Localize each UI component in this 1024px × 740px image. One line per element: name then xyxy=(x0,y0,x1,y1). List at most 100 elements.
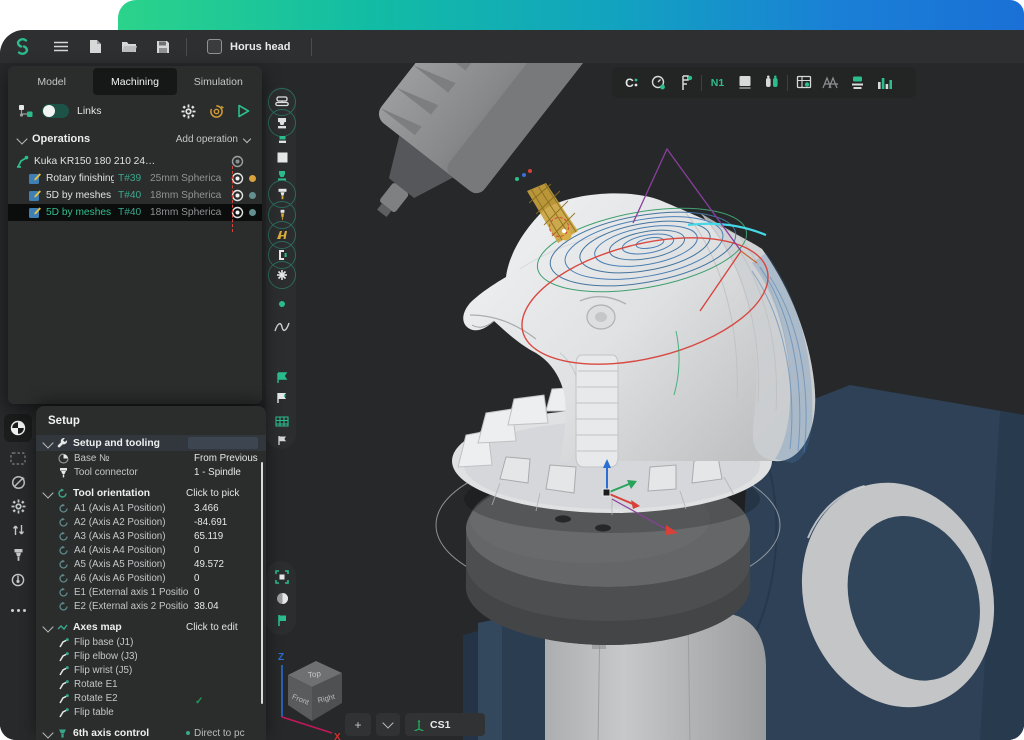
axis-row-a3: A3 (Axis A3 Position) 65.119 xyxy=(36,529,266,543)
base-value[interactable]: From Previous xyxy=(194,453,266,464)
wireframe-icon[interactable] xyxy=(817,71,844,95)
menu-icon[interactable] xyxy=(44,30,78,63)
links-toggle[interactable] xyxy=(42,104,69,118)
caliper-icon[interactable] xyxy=(672,71,699,95)
operation-row[interactable]: 5D by meshes 2 T#40 18mm Spherica xyxy=(8,187,262,204)
titlebar-separator-2 xyxy=(311,38,312,56)
c-axis-icon[interactable]: C xyxy=(618,71,645,95)
group-axes-map[interactable]: Axes map Click to edit xyxy=(36,619,266,635)
sort-arrows-icon[interactable] xyxy=(4,518,32,542)
bookmark-icon[interactable] xyxy=(268,606,296,634)
rotate-axis-icon xyxy=(58,559,69,570)
group-setup-and-tooling[interactable]: Setup and tooling xyxy=(36,435,266,451)
gear-icon[interactable] xyxy=(4,494,32,518)
operations-header[interactable]: Operations Add operation xyxy=(8,127,262,151)
setup-panel: Setup Setup and tooling Base № From Prev… xyxy=(36,406,266,740)
tab-machining[interactable]: Machining xyxy=(93,68,176,95)
axis-row-a2: A2 (Axis A2 Position) -84.691 xyxy=(36,515,266,529)
nav-cube-body[interactable]: Top Front Right xyxy=(288,661,342,721)
layers-icon[interactable] xyxy=(844,71,871,95)
rotate-axis-icon xyxy=(57,488,68,499)
group-tool-orientation[interactable]: Tool orientation Click to pick xyxy=(36,485,266,501)
op-status-dot xyxy=(249,158,256,165)
check-row-flip-wrist: Flip wrist (J5) xyxy=(36,663,266,677)
tool-orientation-value[interactable]: Click to pick xyxy=(186,488,258,499)
check-row-flip-base: Flip base (J1) xyxy=(36,635,266,649)
save-icon[interactable] xyxy=(146,30,180,63)
rotate-axis-icon xyxy=(58,587,69,598)
rotate-axis-icon xyxy=(58,517,69,528)
run-icon[interactable] xyxy=(237,104,250,118)
links-graph-icon xyxy=(18,104,34,118)
cs-label: CS1 xyxy=(430,719,450,731)
setup-row-tool-connector: Tool connector 1 - Spindle xyxy=(36,465,266,479)
app-logo-icon xyxy=(0,30,44,63)
tab-simulation[interactable]: Simulation xyxy=(177,68,260,95)
tab-model[interactable]: Model xyxy=(10,68,93,95)
robot-joint-icon xyxy=(58,707,69,718)
focused-value-cell[interactable] xyxy=(188,437,258,449)
pattern-icon[interactable] xyxy=(268,261,296,289)
operation-row[interactable]: 5D by meshes 3 T#40 18mm Spherica xyxy=(8,204,262,221)
selection-region-icon[interactable] xyxy=(4,446,32,470)
group-sixth-axis-control[interactable]: 6th axis control Direct to pc xyxy=(36,725,266,740)
operations-panel: Model Machining Simulation Links Operati… xyxy=(8,66,262,404)
axis-row-a1: A1 (Axis A1 Position) 3.466 xyxy=(36,501,266,515)
check-row-rotate-e2: Rotate E2 xyxy=(36,691,266,705)
op-status-dot xyxy=(249,209,256,216)
stock-result-icon[interactable] xyxy=(731,71,758,95)
toolbar-separator-2 xyxy=(787,75,788,91)
add-cs-button[interactable]: + xyxy=(345,713,371,736)
side-icon-strip xyxy=(0,406,36,740)
sync-line xyxy=(232,166,233,232)
axes-map-value[interactable]: Click to edit xyxy=(186,622,258,633)
robot-joint-icon xyxy=(58,693,69,704)
document-tab-title: Horus head xyxy=(230,41,291,53)
titlebar-separator xyxy=(186,38,187,56)
rotate-axis-icon xyxy=(58,601,69,612)
gear-icon[interactable] xyxy=(181,104,196,119)
setup-scrollbar[interactable] xyxy=(261,462,263,704)
add-operation-button[interactable]: Add operation xyxy=(176,134,250,145)
mode-tabs: Model Machining Simulation xyxy=(8,66,262,95)
machine-table-icon[interactable] xyxy=(790,71,817,95)
operation-row-robot[interactable]: Kuka KR150 180 210 24… xyxy=(8,153,262,170)
curve-icon[interactable] xyxy=(268,313,296,341)
robot-joint-icon xyxy=(58,665,69,676)
chevron-down-icon xyxy=(16,133,27,144)
probe-gauge-icon[interactable] xyxy=(645,71,672,95)
nc-program-icon[interactable]: N1 xyxy=(704,71,731,95)
gauge-dial-icon[interactable] xyxy=(4,568,32,592)
collision-check-icon[interactable] xyxy=(758,71,785,95)
axis-x-label: X xyxy=(334,732,341,740)
open-folder-icon[interactable] xyxy=(112,30,146,63)
more-icon[interactable] xyxy=(4,598,32,622)
rotate-view-icon[interactable] xyxy=(4,470,32,494)
operation-row[interactable]: Rotary finishing 1 T#39 25mm Spherica xyxy=(8,170,262,187)
simulate-loop-icon[interactable] xyxy=(209,104,224,119)
flag-small-icon[interactable] xyxy=(268,426,296,454)
chevron-down-icon xyxy=(42,727,53,738)
datum-quadrant-icon[interactable] xyxy=(4,414,32,442)
sixth-axis-value[interactable]: Direct to pc xyxy=(186,728,258,739)
screen: Horus head xyxy=(0,0,1024,740)
tool-spindle-icon[interactable] xyxy=(4,543,32,567)
document-tab[interactable]: Horus head xyxy=(193,30,305,63)
cs-selector-button[interactable]: CS1 xyxy=(405,713,485,736)
tool-connector-icon xyxy=(58,467,69,478)
robot-icon xyxy=(16,155,30,168)
chevron-down-icon xyxy=(42,437,53,448)
tool-connector-value[interactable]: 1 - Spindle xyxy=(194,467,266,478)
statistics-icon[interactable] xyxy=(871,71,898,95)
expand-cs-button[interactable] xyxy=(376,713,400,736)
chevron-down-icon xyxy=(42,621,53,632)
titlebar: Horus head xyxy=(0,30,1024,63)
viewport-toolbar: C N1 xyxy=(612,67,916,98)
operation-icon xyxy=(28,206,42,219)
cs-triad-icon xyxy=(413,719,425,731)
document-tab-icon xyxy=(207,39,222,54)
nav-cube[interactable]: Z X Top Front Right xyxy=(274,649,350,740)
new-file-icon[interactable] xyxy=(78,30,112,63)
app-window: Horus head xyxy=(0,30,1024,740)
links-row: Links xyxy=(8,95,262,127)
